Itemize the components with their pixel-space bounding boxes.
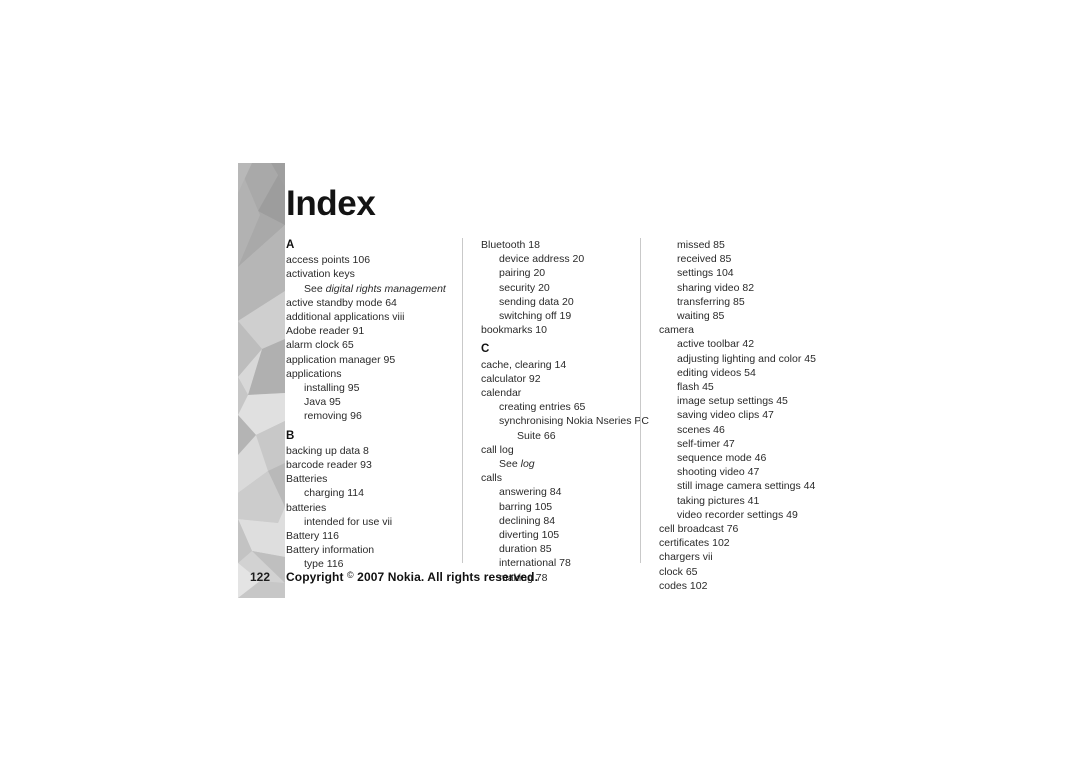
index-entry: active standby mode 64 (286, 296, 397, 309)
index-entry: Batteries (286, 473, 328, 486)
index-entry: Battery 116 (286, 530, 339, 543)
see-target: log (520, 458, 535, 471)
index-entry: bookmarks 10 (481, 324, 547, 337)
index-entry: removing 96 (304, 410, 362, 423)
index-entry: access points 106 (286, 254, 371, 267)
index-entry: editing videos 54 (677, 366, 756, 379)
index-entry: camera (659, 324, 695, 337)
index-entry: additional applications viii (286, 311, 405, 324)
index-entry: calls (481, 472, 503, 485)
see-prefix: See (499, 458, 521, 471)
index-entry: scenes 46 (677, 423, 725, 436)
index-entry: video recorder settings 49 (677, 508, 798, 521)
index-letter-heading: C (481, 343, 490, 356)
index-letter-heading: A (286, 239, 295, 251)
index-entry: applications (286, 367, 342, 380)
index-entry: installing 95 (304, 382, 360, 395)
index-entry: Suite 66 (517, 429, 556, 442)
index-entry: Battery information (286, 544, 375, 557)
see-target: digital rights management (325, 282, 446, 295)
index-entry: saving video clips 47 (677, 409, 774, 422)
index-entry: codes 102 (659, 579, 708, 592)
index-entry: cell broadcast 76 (659, 523, 739, 536)
index-entry: See log (481, 457, 640, 471)
index-entry: alarm clock 65 (286, 339, 354, 352)
index-entry: barring 105 (499, 500, 553, 513)
index-entry: activation keys (286, 268, 355, 281)
index-entry: received 85 (677, 253, 732, 266)
index-entry: charging 114 (304, 487, 364, 500)
copyright-notice: Copyright © 2007 Nokia. All rights reser… (286, 570, 538, 584)
index-column-2: Bluetooth 18 device address 20 pairing 20 s… (462, 238, 649, 584)
index-entry: barcode reader 93 (286, 459, 372, 472)
index-entry: device address 20 (499, 253, 585, 266)
page-title: Index (286, 184, 376, 223)
index-page: Index Aaccess points 106 activation keys S… (0, 0, 1080, 763)
index-entry: declining 84 (499, 514, 556, 527)
index-entry: international 78 (499, 557, 571, 570)
index-entry: sharing video 82 (677, 281, 755, 294)
index-entry: answering 84 (499, 486, 562, 499)
see-prefix: See (304, 282, 326, 295)
index-entry: call log (481, 443, 514, 456)
index-entry: security 20 (499, 281, 550, 294)
index-entry: settings 104 (677, 267, 734, 280)
index-entry: missed 85 (677, 239, 725, 251)
index-entry: synchronising Nokia Nseries PC (499, 415, 649, 428)
index-entry: certificates 102 (659, 537, 730, 550)
index-letter-heading: B (286, 429, 295, 442)
index-entry: duration 85 (499, 543, 552, 556)
copyright-symbol-icon: © (347, 570, 354, 580)
page-number: 122 (250, 570, 271, 584)
index-entry: adjusting lighting and color 45 (677, 352, 816, 365)
copyright-suffix: 2007 Nokia. All rights reserved. (357, 570, 539, 584)
index-entry: sending data 20 (499, 295, 574, 308)
index-entry: backing up data 8 (286, 444, 369, 457)
index-entry: application manager 95 (286, 353, 396, 366)
index-entry: diverting 105 (499, 529, 560, 542)
index-entry: See digital rights management (286, 282, 462, 296)
index-entry: switching off 19 (499, 310, 572, 323)
index-entry: chargers vii (659, 551, 713, 564)
index-entry: clock 65 (659, 565, 698, 578)
index-entry: taking pictures 41 (677, 494, 760, 507)
index-entry: Adobe reader 91 (286, 325, 365, 338)
index-column-1: Aaccess points 106 activation keys See dig… (286, 238, 462, 570)
index-entry: intended for use vii (304, 515, 393, 528)
index-entry: batteries (286, 501, 327, 514)
index-column-3: missed 85 received 85 settings 104 sharing … (640, 238, 818, 592)
index-entry: transferring 85 (677, 295, 745, 308)
index-entry: image setup settings 45 (677, 395, 788, 408)
index-entry: still image camera settings 44 (677, 480, 816, 493)
index-entry: active toolbar 42 (677, 338, 755, 351)
index-entry: calendar (481, 387, 522, 400)
index-entry: Java 95 (304, 396, 341, 409)
index-entry: waiting 85 (677, 310, 725, 323)
copyright-prefix: Copyright (286, 570, 344, 584)
index-entry: sequence mode 46 (677, 452, 767, 465)
index-entry: cache, clearing 14 (481, 358, 567, 371)
faceted-band-graphic (238, 163, 285, 598)
index-entry: Bluetooth 18 (481, 239, 540, 251)
index-entry: shooting video 47 (677, 466, 760, 479)
index-entry: creating entries 65 (499, 401, 586, 414)
index-entry: calculator 92 (481, 372, 541, 385)
index-entry: pairing 20 (499, 267, 546, 280)
index-entry: flash 45 (677, 381, 714, 394)
index-columns: Aaccess points 106 activation keys See dig… (286, 238, 906, 592)
index-entry: self-timer 47 (677, 437, 735, 450)
